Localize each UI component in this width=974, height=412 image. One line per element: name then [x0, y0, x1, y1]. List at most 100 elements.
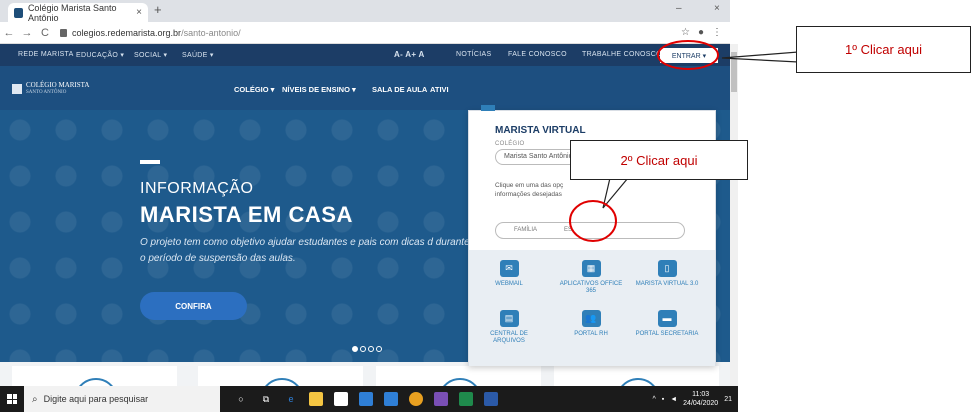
tile-central-de-arquivos[interactable]: ▤ CENTRAL DE ARQUIVOS — [477, 310, 541, 345]
tile-marista-virtual[interactable]: ▯ MARISTA VIRTUAL 3.0 — [635, 260, 699, 288]
topnav-link-fale-conosco[interactable]: FALE CONOSCO — [508, 51, 567, 58]
tab-close-icon[interactable]: × — [136, 7, 142, 18]
hero-kicker: INFORMAÇÃO — [140, 180, 254, 197]
tile-label: PORTAL SECRETARIA — [635, 331, 699, 337]
url-domain: colegios.redemarista.org.br — [72, 27, 182, 38]
windows-taskbar: ⌕ Digite aqui para pesquisar ○ ⧉ e ^ ▪ ◄… — [0, 386, 738, 412]
notifications-badge[interactable]: 21 — [724, 396, 732, 403]
top-nav: REDE MARISTA EDUCAÇÃO ▾ SOCIAL ▾ SAÚDE ▾… — [0, 44, 730, 66]
page-scrollbar[interactable] — [730, 44, 738, 386]
file-explorer-icon[interactable] — [309, 392, 323, 406]
toggle-familia[interactable]: FAMÍLIA — [514, 227, 537, 233]
carousel-dot[interactable] — [360, 346, 366, 352]
topnav-link-noticias[interactable]: NOTÍCIAS — [456, 51, 491, 58]
topnav-item-saude[interactable]: SAÚDE ▾ — [182, 51, 214, 59]
folder-icon: ▬ — [657, 310, 677, 327]
hero-accent-bar — [140, 160, 160, 164]
mainnav-colegio[interactable]: COLÉGIO ▾ — [234, 85, 274, 94]
entrar-button[interactable]: ENTRAR ▾ — [660, 48, 718, 63]
taskbar-apps: ○ ⧉ e — [234, 392, 498, 406]
topnav-item-social[interactable]: SOCIAL ▾ — [134, 51, 167, 59]
edge-icon[interactable]: e — [284, 392, 298, 406]
school-logo[interactable]: COLÉGIO MARISTA SANTO ANTÔNIO — [12, 81, 89, 97]
mainnav-atividades[interactable]: ATIVI — [430, 85, 449, 94]
reload-button[interactable]: C — [36, 27, 54, 39]
school-label: COLÉGIO — [495, 141, 525, 147]
card-circle-icon — [260, 378, 304, 386]
windows-start-button[interactable] — [0, 394, 24, 404]
topnav-link-trabalhe-conosco[interactable]: TRABALHE CONOSCO — [582, 51, 662, 58]
browser-tab[interactable]: Colégio Marista Santo Antônio × — [8, 2, 148, 23]
confira-button[interactable]: CONFIRA — [140, 292, 247, 320]
store-icon[interactable] — [334, 392, 348, 406]
cortana-icon[interactable]: ○ — [234, 392, 248, 406]
profile-icon[interactable]: ● — [698, 27, 704, 38]
chrome-icon[interactable] — [409, 392, 423, 406]
photos-icon[interactable] — [384, 392, 398, 406]
tablet-icon: ▯ — [657, 260, 677, 277]
address-bar: ← → C colegios.redemarista.org.br/santo-… — [0, 22, 730, 44]
logo-subtitle: SANTO ANTÔNIO — [26, 90, 67, 95]
font-size-controls[interactable]: A- A+ A — [394, 50, 425, 59]
word-icon[interactable] — [484, 392, 498, 406]
feature-card[interactable] — [12, 366, 177, 386]
mainnav-niveis-de-ensino[interactable]: NÍVEIS DE ENSINO ▾ — [282, 85, 356, 94]
clock-time: 11:03 — [692, 391, 710, 398]
forward-button[interactable]: → — [18, 27, 36, 39]
new-tab-button[interactable]: + — [154, 2, 162, 17]
address-bar-icons: ☆ ● ⋮ — [681, 27, 730, 38]
marista-logo-icon — [12, 84, 22, 94]
tile-label: CENTRAL DE ARQUIVOS — [490, 331, 528, 344]
mail-icon: ✉ — [499, 260, 519, 277]
screenshot-root: Colégio Marista Santo Antônio × + – × ← … — [0, 0, 974, 412]
system-tray: ^ ▪ ◄ 11:03 24/04/2020 21 — [652, 390, 738, 408]
back-button[interactable]: ← — [0, 27, 18, 39]
topnav-item-educacao[interactable]: EDUCAÇÃO ▾ — [76, 51, 124, 59]
feature-card[interactable] — [198, 366, 363, 386]
minimize-button[interactable]: – — [676, 3, 682, 14]
website: REDE MARISTA EDUCAÇÃO ▾ SOCIAL ▾ SAÚDE ▾… — [0, 44, 730, 386]
main-header: COLÉGIO MARISTA SANTO ANTÔNIO COLÉGIO ▾ … — [0, 66, 730, 110]
mainnav-sala-de-aula[interactable]: SALA DE AULA — [372, 85, 427, 94]
task-view-icon[interactable]: ⧉ — [259, 392, 273, 406]
carousel-dot[interactable] — [376, 346, 382, 352]
hero-description: O projeto tem como objetivo ajudar estud… — [140, 237, 470, 264]
tile-portal-secretaria[interactable]: ▬ PORTAL SECRETARIA — [635, 310, 699, 338]
site-favicon-icon — [14, 7, 23, 18]
close-window-button[interactable]: × — [714, 3, 720, 14]
toggle-estudante[interactable]: ES — [564, 227, 572, 233]
tab-title: Colégio Marista Santo Antônio — [27, 2, 117, 23]
annotation-step-1: 1º Clicar aqui — [796, 26, 971, 73]
tile-label: WEBMAIL — [495, 281, 523, 287]
teams-icon[interactable] — [434, 392, 448, 406]
tile-office-365[interactable]: ▦ APLICATIVOS OFFICE 365 — [559, 260, 623, 295]
carousel-dot[interactable] — [352, 346, 358, 352]
app-tiles-grid: ✉ WEBMAIL ▦ APLICATIVOS OFFICE 365 ▯ MAR… — [469, 250, 715, 366]
feature-card[interactable] — [376, 366, 541, 386]
feature-card[interactable] — [554, 366, 719, 386]
excel-icon[interactable] — [459, 392, 473, 406]
tray-chevron-icon[interactable]: ^ — [652, 396, 655, 403]
logo-title: COLÉGIO MARISTA — [26, 81, 90, 89]
url-field[interactable]: colegios.redemarista.org.br/santo-antoni… — [60, 28, 241, 38]
annotation-step-2: 2º Clicar aqui — [570, 140, 748, 180]
taskbar-clock[interactable]: 11:03 24/04/2020 — [683, 390, 718, 408]
carousel-dots — [352, 346, 382, 352]
url-path: /santo-antonio/ — [181, 27, 241, 38]
taskbar-search[interactable]: ⌕ Digite aqui para pesquisar — [24, 386, 220, 412]
topnav-item-rede-marista[interactable]: REDE MARISTA — [18, 51, 74, 58]
tile-portal-rh[interactable]: 👥 PORTAL RH — [559, 310, 623, 338]
tile-label: MARISTA VIRTUAL 3.0 — [635, 281, 699, 287]
mail-app-icon[interactable] — [359, 392, 373, 406]
people-icon: 👥 — [581, 310, 601, 327]
bookmark-star-icon[interactable]: ☆ — [681, 27, 690, 38]
volume-icon[interactable]: ◄ — [670, 396, 677, 403]
menu-dots-icon[interactable]: ⋮ — [712, 27, 722, 38]
network-icon[interactable]: ▪ — [662, 396, 664, 403]
scrollbar-thumb[interactable] — [731, 52, 737, 92]
tile-webmail[interactable]: ✉ WEBMAIL — [477, 260, 541, 288]
dropdown-title: MARISTA VIRTUAL — [495, 125, 586, 136]
lock-icon — [60, 28, 67, 37]
taskbar-search-placeholder: Digite aqui para pesquisar — [43, 394, 149, 404]
carousel-dot[interactable] — [368, 346, 374, 352]
